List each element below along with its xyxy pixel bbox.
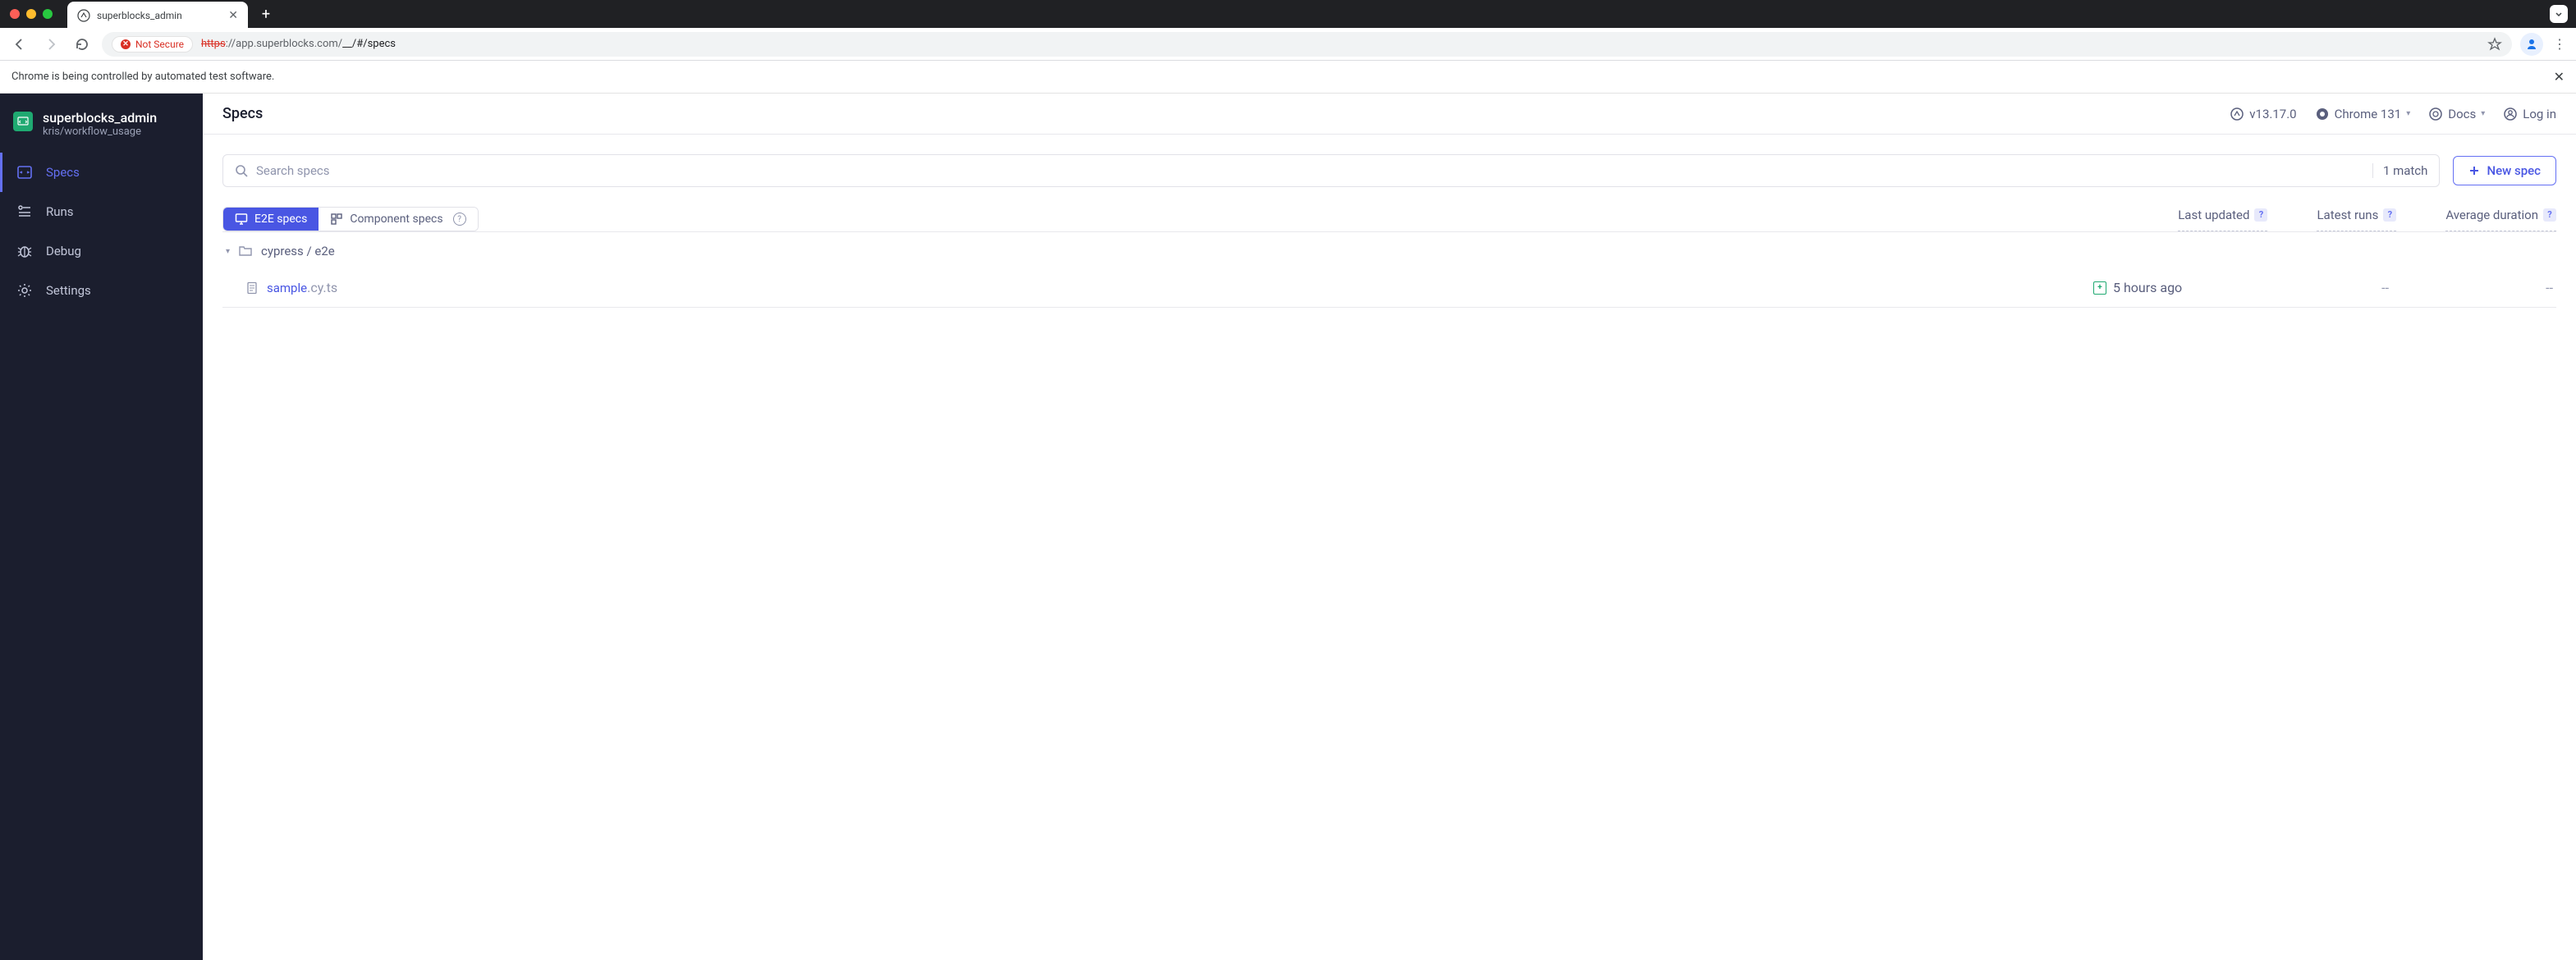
help-icon[interactable]: ? [2383, 208, 2396, 222]
automation-banner: Chrome is being controlled by automated … [0, 61, 2576, 94]
file-latest-runs: -- [2307, 280, 2389, 295]
browser-label: Chrome 131 [2335, 107, 2402, 121]
topbar: Specs v13.17.0 Chrome 131 ▾ [203, 94, 2576, 135]
forward-button[interactable] [39, 33, 62, 56]
tab-label: E2E specs [254, 213, 307, 226]
tab-title: superblocks_admin [97, 10, 222, 21]
added-icon: + [2093, 281, 2106, 295]
tab-e2e-specs[interactable]: E2E specs [223, 208, 319, 231]
window-maximize-button[interactable] [43, 9, 53, 19]
tabs-dropdown-button[interactable] [2550, 5, 2568, 23]
column-headers: Last updated ? Latest runs ? Average dur… [2178, 208, 2556, 231]
url-text: https://app.superblocks.com/__/#/specs [201, 38, 396, 50]
docs-link[interactable]: Docs ▾ [2428, 107, 2485, 121]
browser-tab[interactable]: superblocks_admin ✕ [67, 2, 248, 30]
address-bar: ✕ Not Secure https://app.superblocks.com… [0, 28, 2576, 61]
new-spec-label: New spec [2487, 163, 2541, 178]
reload-button[interactable] [71, 33, 94, 56]
project-icon [13, 112, 33, 131]
back-button[interactable] [8, 33, 31, 56]
match-count: 1 match [2372, 163, 2428, 178]
help-icon[interactable]: ? [453, 213, 466, 226]
gear-icon [16, 282, 33, 299]
chrome-icon [2315, 107, 2330, 121]
sidebar-item-label: Runs [46, 204, 74, 219]
runs-icon [16, 203, 33, 220]
project-name: superblocks_admin [43, 110, 157, 126]
file-ext: .cy.ts [307, 280, 337, 295]
folder-path: cypress / e2e [261, 244, 335, 258]
automation-text: Chrome is being controlled by automated … [11, 71, 274, 83]
sidebar-item-specs[interactable]: Specs [0, 153, 203, 192]
bookmark-star-icon[interactable] [2487, 37, 2502, 52]
chevron-down-icon: ▾ [2481, 109, 2485, 118]
header-latest-runs[interactable]: Latest runs ? [2317, 208, 2396, 231]
docs-icon [2428, 107, 2443, 121]
page-title: Specs [222, 105, 263, 122]
chevron-down-icon: ▾ [2406, 109, 2410, 118]
file-icon [245, 281, 259, 295]
automation-close-icon[interactable]: ✕ [2554, 69, 2565, 85]
window-close-button[interactable] [10, 9, 20, 19]
browser-menu-button[interactable]: ⋮ [2551, 36, 2568, 52]
header-last-updated[interactable]: Last updated ? [2178, 208, 2267, 231]
help-icon[interactable]: ? [2254, 208, 2267, 222]
plus-icon [2468, 165, 2480, 176]
app: superblocks_admin kris/workflow_usage Sp… [0, 94, 2576, 960]
version-text: v13.17.0 [2249, 107, 2296, 121]
folder-icon [238, 244, 253, 258]
sidebar-item-runs[interactable]: Runs [0, 192, 203, 231]
tab-label: Component specs [350, 213, 442, 226]
sidebar-item-label: Debug [46, 244, 81, 258]
file-name: sample [267, 281, 307, 295]
spec-type-tabs: E2E specs Component specs ? [222, 207, 479, 231]
new-spec-button[interactable]: New spec [2453, 156, 2556, 185]
profile-button[interactable] [2520, 33, 2543, 56]
spec-file-row[interactable]: sample.cy.ts + 5 hours ago -- -- [222, 270, 2556, 308]
new-tab-button[interactable]: + [254, 6, 277, 23]
not-secure-icon: ✕ [121, 39, 131, 49]
search-icon [235, 164, 248, 177]
project-branch: kris/workflow_usage [43, 126, 157, 138]
chevron-down-icon: ▾ [226, 247, 230, 256]
not-secure-chip[interactable]: ✕ Not Secure [112, 36, 193, 53]
project-block[interactable]: superblocks_admin kris/workflow_usage [0, 103, 203, 153]
sidebar-item-debug[interactable]: Debug [0, 231, 203, 271]
component-icon [330, 213, 343, 226]
window-minimize-button[interactable] [26, 9, 36, 19]
browser-selector[interactable]: Chrome 131 ▾ [2315, 107, 2411, 121]
sidebar-item-settings[interactable]: Settings [0, 271, 203, 310]
search-box[interactable]: 1 match [222, 154, 2440, 187]
docs-label: Docs [2448, 107, 2476, 121]
folder-row[interactable]: ▾ cypress / e2e [222, 232, 2556, 270]
traffic-lights [10, 9, 53, 19]
login-label: Log in [2523, 107, 2556, 121]
file-last-updated: + 5 hours ago [2093, 280, 2257, 295]
tab-close-icon[interactable]: ✕ [228, 9, 238, 22]
header-avg-duration[interactable]: Average duration ? [2445, 208, 2556, 231]
cypress-favicon-icon [77, 9, 90, 22]
bug-icon [16, 243, 33, 259]
tab-bar: superblocks_admin ✕ + [0, 0, 2576, 28]
specs-icon [16, 164, 33, 181]
browser-chrome: superblocks_admin ✕ + ✕ Not Secure https… [0, 0, 2576, 61]
cypress-logo-icon [2230, 107, 2244, 121]
file-avg-duration: -- [2438, 280, 2553, 295]
sidebar: superblocks_admin kris/workflow_usage Sp… [0, 94, 203, 960]
url-field[interactable]: ✕ Not Secure https://app.superblocks.com… [102, 32, 2512, 57]
version-info[interactable]: v13.17.0 [2230, 107, 2296, 121]
tab-component-specs[interactable]: Component specs ? [319, 208, 477, 231]
help-icon[interactable]: ? [2543, 208, 2556, 222]
sidebar-item-label: Specs [46, 165, 80, 180]
search-input[interactable] [256, 163, 2364, 178]
sidebar-item-label: Settings [46, 283, 91, 298]
main-content: Specs v13.17.0 Chrome 131 ▾ [203, 94, 2576, 960]
monitor-icon [235, 213, 248, 226]
user-icon [2503, 107, 2518, 121]
not-secure-label: Not Secure [135, 39, 184, 50]
login-button[interactable]: Log in [2503, 107, 2556, 121]
